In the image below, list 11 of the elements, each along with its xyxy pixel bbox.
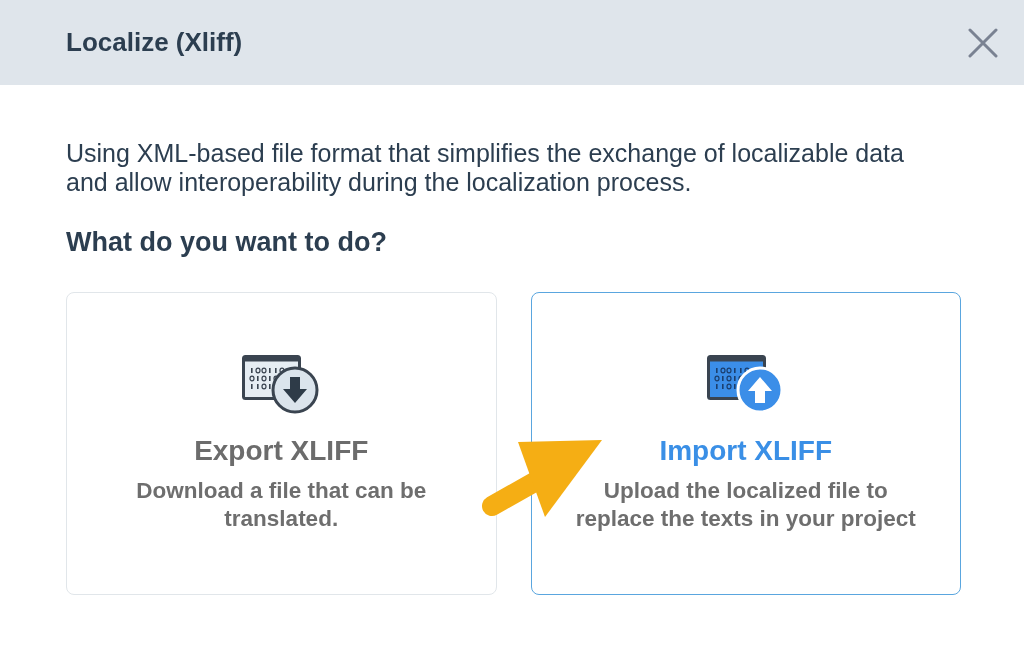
option-description: Upload the localized file to replace the texts in your project — [574, 477, 917, 533]
option-title: Import XLIFF — [659, 435, 833, 467]
description-text: Using XML-based file format that simplifies the exchange of localizable data and allow interoperability during the localization process. — [66, 139, 905, 197]
download-file-icon — [242, 355, 321, 415]
dialog-title: Localize (Xliff) — [66, 27, 243, 58]
option-card[interactable]: Export XLIFF Download a file that can be translated. — [66, 292, 497, 595]
option-description: Download a file that can be translated. — [135, 477, 428, 533]
option-card[interactable]: Import XLIFF Upload the localized file to replace the texts in your project — [530, 292, 961, 595]
option-title: Export XLIFF — [194, 435, 369, 467]
close-icon — [968, 27, 998, 58]
question-heading: What do you want to do? — [66, 227, 388, 258]
